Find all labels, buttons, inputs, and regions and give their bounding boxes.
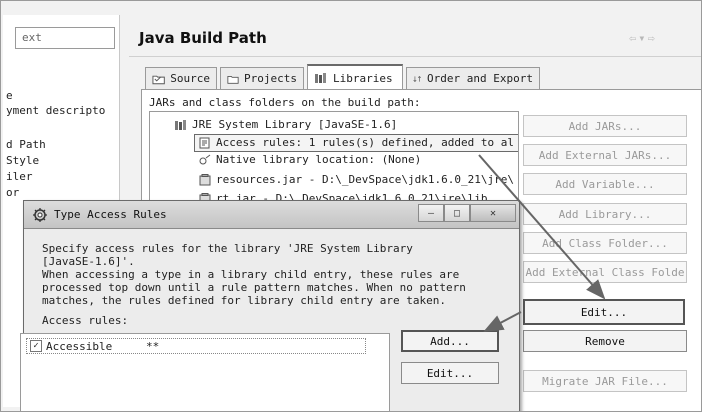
tab-order-and-export[interactable]: Order and Export: [406, 67, 540, 89]
add-library-button[interactable]: Add Library...: [523, 203, 687, 225]
rule-pattern: **: [146, 339, 160, 353]
dialog-description-line-1: Specify access rules for the library 'JR…: [42, 242, 413, 255]
tab-order-label: Order and Export: [427, 72, 533, 85]
maximize-button[interactable]: □: [444, 204, 470, 222]
tree-item-resources-jar[interactable]: resources.jar - D:\_DevSpace\jdk1.6.0_21…: [198, 173, 514, 187]
title-separator: [129, 56, 701, 57]
close-icon: ✕: [489, 207, 497, 219]
settings-gear-icon: [33, 208, 47, 222]
remove-button[interactable]: Remove: [523, 330, 687, 352]
library-icon: [175, 120, 186, 130]
dialog-description-line-5: matches, the rules defined for library c…: [42, 294, 446, 307]
back-arrow-icon[interactable]: ⇦: [629, 31, 638, 45]
tab-projects[interactable]: Projects: [220, 67, 304, 89]
add-external-class-folder-button[interactable]: Add External Class Folde: [523, 261, 687, 283]
tab-projects-label: Projects: [244, 72, 297, 85]
edit-button[interactable]: Edit...: [523, 299, 685, 325]
dialog-description-line-2: [JavaSE-1.6]'.: [42, 255, 135, 268]
checkmark-icon: ✓: [33, 341, 39, 351]
jar-icon: [199, 174, 211, 186]
rule-kind: Accessible: [46, 339, 113, 353]
access-rules-icon: [199, 137, 210, 149]
native-library-icon: [199, 154, 211, 165]
forward-arrow-icon[interactable]: ⇨: [647, 31, 656, 45]
tab-libraries-label: Libraries: [333, 71, 393, 85]
migrate-jar-file-button[interactable]: Migrate JAR File...: [523, 370, 687, 392]
nav-item-code-style[interactable]: Style: [6, 154, 39, 168]
add-external-jars-button[interactable]: Add External JARs...: [523, 144, 687, 166]
maximize-icon: □: [453, 207, 461, 219]
eclipse-properties-window: ext e yment descripto d Path Style iler …: [0, 0, 702, 412]
page-title: Java Build Path: [139, 29, 267, 47]
history-nav[interactable]: ⇦▾⇨: [629, 31, 657, 45]
tree-item-label: Access rules: 1 rules(s) defined, added …: [216, 136, 515, 149]
tree-item-label: Native library location: (None): [216, 153, 422, 166]
close-button[interactable]: ✕: [470, 204, 516, 222]
access-rules-label: Access rules:: [42, 314, 129, 327]
dialog-titlebar[interactable]: Type Access Rules – □ ✕: [24, 201, 519, 229]
minimize-button[interactable]: –: [418, 204, 444, 222]
minimize-icon: –: [427, 207, 435, 219]
dialog-edit-button[interactable]: Edit...: [401, 362, 499, 384]
dialog-description-line-4: processed top down until a rule pattern …: [42, 281, 466, 294]
filter-input[interactable]: ext: [15, 27, 115, 49]
tab-libraries[interactable]: Libraries: [307, 64, 403, 90]
tab-source-label: Source: [170, 72, 210, 85]
source-folder-icon: [152, 75, 165, 84]
dialog-title: Type Access Rules: [54, 208, 167, 221]
tab-source[interactable]: Source: [145, 67, 217, 89]
list-item[interactable]: ✓ Accessible **: [26, 338, 366, 354]
nav-item-editor[interactable]: or: [6, 186, 19, 200]
projects-folder-icon: [227, 75, 239, 84]
rule-checkbox[interactable]: ✓: [30, 340, 42, 352]
dialog-description-line-3: When accessing a type in a library child…: [42, 268, 460, 281]
tree-item-native-library[interactable]: Native library location: (None): [198, 153, 421, 167]
nav-item-deployment-descriptor[interactable]: yment descripto: [6, 104, 105, 118]
tree-item-access-rules[interactable]: Access rules: 1 rules(s) defined, added …: [194, 134, 518, 152]
nav-item-partial-1[interactable]: e: [6, 89, 13, 103]
build-path-label: JARs and class folders on the build path…: [149, 96, 421, 109]
add-jars-button[interactable]: Add JARs...: [523, 115, 687, 137]
nav-item-compiler[interactable]: iler: [6, 170, 33, 184]
tree-item-jre-system-library[interactable]: JRE System Library [JavaSE-1.6]: [174, 118, 397, 132]
nav-item-java-build-path[interactable]: d Path: [6, 138, 46, 152]
tree-item-label: resources.jar - D:\_DevSpace\jdk1.6.0_21…: [216, 173, 515, 186]
order-export-icon: [413, 75, 421, 82]
access-rules-list[interactable]: ✓ Accessible **: [20, 333, 390, 411]
add-variable-button[interactable]: Add Variable...: [523, 173, 687, 195]
add-class-folder-button[interactable]: Add Class Folder...: [523, 232, 687, 254]
libraries-icon: [315, 73, 326, 83]
dialog-add-button[interactable]: Add...: [401, 330, 499, 352]
tree-item-label: JRE System Library [JavaSE-1.6]: [192, 118, 398, 131]
